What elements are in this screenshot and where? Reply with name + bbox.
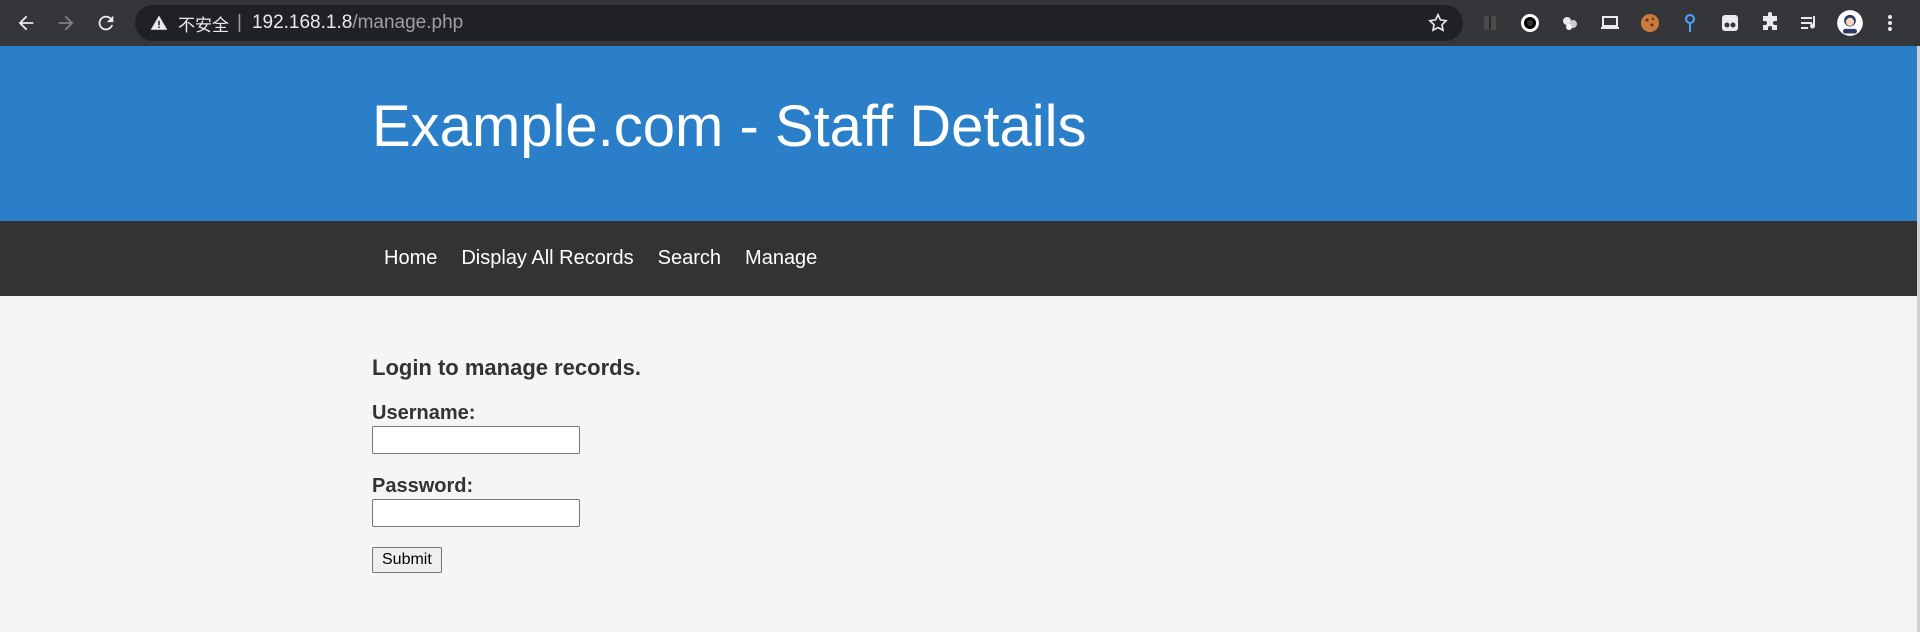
extension-glasses[interactable] (1710, 3, 1750, 43)
nav-item-home[interactable]: Home (372, 221, 449, 296)
browser-menu-button[interactable] (1870, 3, 1910, 43)
dots-cluster-icon (1563, 17, 1577, 30)
forward-arrow-icon (58, 15, 74, 31)
extensions-button[interactable] (1750, 3, 1790, 43)
reload-icon (98, 15, 114, 31)
login-heading: Login to manage records. (372, 355, 641, 380)
extension-laptop[interactable] (1590, 3, 1630, 43)
extension-dark-book[interactable] (1470, 3, 1510, 43)
extensions-area (1470, 0, 1910, 46)
glasses-icon (1722, 15, 1738, 31)
nav-item-display-all-records[interactable]: Display All Records (449, 221, 645, 296)
warning-icon (150, 13, 170, 33)
security-status-label[interactable]: 不安全 (178, 11, 229, 36)
site-header: Example.com - Staff Details (0, 46, 1920, 221)
extension-pin[interactable] (1670, 3, 1710, 43)
back-button[interactable] (6, 3, 46, 43)
back-arrow-icon (18, 15, 34, 31)
submit-button[interactable]: Submit (372, 547, 442, 573)
reload-button[interactable] (86, 3, 126, 43)
address-separator: | (237, 12, 242, 33)
circle-icon (1521, 14, 1539, 32)
login-form: Username: Password: Submit (372, 402, 641, 573)
key-pin-icon (1685, 14, 1695, 32)
username-field[interactable] (372, 426, 580, 454)
more-vertical-icon (1888, 15, 1892, 31)
forward-button[interactable] (46, 3, 86, 43)
playlist-icon (1801, 16, 1816, 29)
profile-button[interactable] (1830, 3, 1870, 43)
main-navbar: Home Display All Records Search Manage (0, 221, 1920, 296)
browser-toolbar: 不安全 | 192.168.1.8/manage.php (0, 0, 1920, 46)
password-label: Password: (372, 475, 474, 497)
book-icon (1484, 16, 1496, 30)
extension-dots[interactable] (1550, 3, 1590, 43)
puzzle-icon (1763, 12, 1777, 30)
nav-links: Home Display All Records Search Manage (372, 221, 829, 296)
login-form-area: Login to manage records. Username: Passw… (372, 355, 641, 573)
site-title: Example.com - Staff Details (372, 94, 1087, 159)
nav-item-manage[interactable]: Manage (733, 221, 829, 296)
laptop-icon (1601, 16, 1619, 29)
url-path: /manage.php (352, 12, 464, 33)
url-host: 192.168.1.8 (251, 12, 353, 33)
cookie-icon (1641, 14, 1659, 32)
extension-circle[interactable] (1510, 3, 1550, 43)
avatar (1837, 10, 1863, 36)
media-control-button[interactable] (1790, 3, 1830, 43)
username-label: Username: (372, 402, 476, 424)
extension-cookie[interactable] (1630, 3, 1670, 43)
nav-item-search[interactable]: Search (646, 221, 733, 296)
bookmark-star-icon[interactable] (1427, 12, 1449, 34)
password-field[interactable] (372, 499, 580, 527)
address-bar[interactable]: 不安全 | 192.168.1.8/manage.php (135, 5, 1463, 41)
